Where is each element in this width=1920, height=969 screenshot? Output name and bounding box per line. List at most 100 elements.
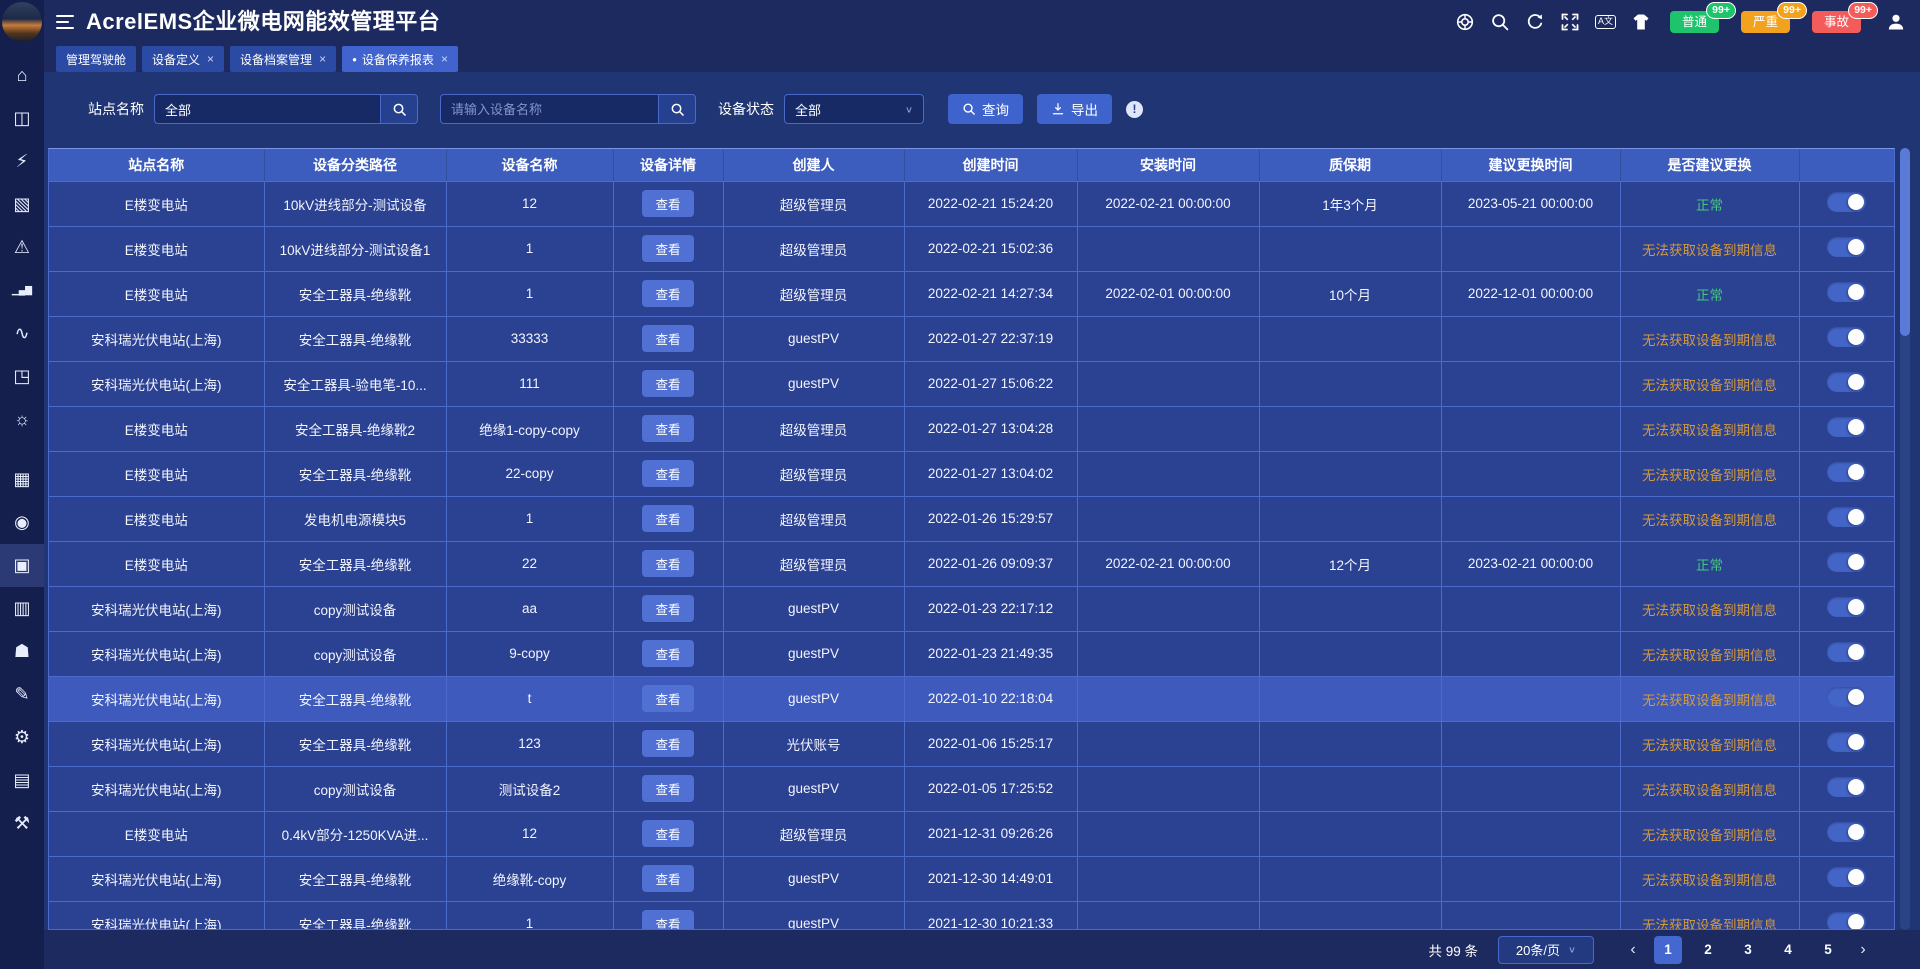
view-detail-button[interactable]: 查看 [642, 325, 694, 352]
home-icon[interactable]: ⌂ [0, 54, 44, 97]
user-avatar[interactable] [2, 2, 42, 42]
monitor-icon[interactable]: ◫ [0, 97, 44, 140]
alarm-badge[interactable]: 事故 99+ [1812, 11, 1861, 33]
close-tab-icon[interactable]: × [207, 52, 214, 66]
replace-status: 无法获取设备到期信息 [1642, 828, 1777, 843]
view-detail-button[interactable]: 查看 [642, 865, 694, 892]
page-number-button[interactable]: 1 [1654, 936, 1682, 964]
next-page-button[interactable]: › [1850, 941, 1876, 959]
page-number-button[interactable]: 2 [1694, 936, 1722, 964]
scrollbar-thumb[interactable] [1900, 148, 1910, 336]
view-detail-button[interactable]: 查看 [642, 190, 694, 217]
page-number-button[interactable]: 4 [1774, 936, 1802, 964]
suggest-replace-toggle[interactable] [1827, 327, 1866, 347]
suggest-replace-toggle[interactable] [1827, 552, 1866, 572]
page-size-select[interactable]: 20条/页 ∨ [1498, 936, 1594, 964]
suggest-replace-toggle[interactable] [1827, 912, 1866, 930]
view-detail-button[interactable]: 查看 [642, 820, 694, 847]
view-detail-button[interactable]: 查看 [642, 505, 694, 532]
alarm-badge[interactable]: 普通 99+ [1670, 11, 1719, 33]
alarm-icon[interactable]: ⚠ [0, 226, 44, 269]
device-search-button[interactable] [658, 94, 696, 124]
suggest-replace-toggle[interactable] [1827, 372, 1866, 392]
info-icon[interactable]: ! [1126, 101, 1143, 118]
suggest-replace-toggle[interactable] [1827, 192, 1866, 212]
view-detail-button[interactable]: 查看 [642, 460, 694, 487]
alarm-light-icon[interactable]: ☗ [0, 630, 44, 673]
cell-created-time: 2022-02-21 15:24:20 [904, 181, 1077, 226]
tab[interactable]: ● 设备保养报表 × [342, 46, 458, 72]
bar-chart-icon[interactable]: ▁▄▇ [0, 269, 44, 312]
line-chart-icon[interactable]: ∿ [0, 312, 44, 355]
fullscreen-icon[interactable] [1560, 12, 1580, 32]
column-header: 是否建议更换 [1620, 149, 1799, 181]
cell-install-time [1077, 811, 1259, 856]
suggest-replace-toggle[interactable] [1827, 597, 1866, 617]
cell-created-time: 2022-01-27 13:04:28 [904, 406, 1077, 451]
vertical-scrollbar[interactable] [1900, 148, 1910, 930]
cell-site-name: 安科瑞光伏电站(上海) [49, 676, 264, 721]
suggest-replace-toggle[interactable] [1827, 642, 1866, 662]
alarm-count-badge: 99+ [1706, 2, 1736, 19]
view-detail-button[interactable]: 查看 [642, 595, 694, 622]
close-tab-icon[interactable]: × [441, 52, 448, 66]
view-detail-button[interactable]: 查看 [642, 730, 694, 757]
help-icon[interactable] [1455, 12, 1475, 32]
refresh-icon[interactable] [1525, 12, 1545, 32]
energy-icon[interactable]: ⚡ [0, 140, 44, 183]
language-icon[interactable]: A文 [1595, 15, 1616, 29]
suggest-replace-toggle[interactable] [1827, 777, 1866, 797]
suggest-replace-toggle[interactable] [1827, 687, 1866, 707]
close-tab-icon[interactable]: × [319, 52, 326, 66]
report-chart-icon[interactable]: ▧ [0, 183, 44, 226]
view-detail-button[interactable]: 查看 [642, 415, 694, 442]
suggest-replace-toggle[interactable] [1827, 507, 1866, 527]
export-button[interactable]: 导出 [1037, 94, 1112, 124]
cell-creator: guestPV [723, 316, 904, 361]
menu-toggle-icon[interactable] [56, 15, 74, 29]
device-archive-icon[interactable]: ▣ [0, 544, 44, 587]
tab-label: 设备定义 [152, 51, 200, 68]
solar-panel-icon[interactable]: ▦ [0, 458, 44, 501]
site-name-input[interactable] [154, 94, 380, 124]
cabinet-icon[interactable]: ▥ [0, 587, 44, 630]
suggest-replace-toggle[interactable] [1827, 867, 1866, 887]
tab[interactable]: 设备定义 × [142, 46, 224, 72]
monitor-settings-icon[interactable]: ⚙ [0, 716, 44, 759]
view-detail-button[interactable]: 查看 [642, 280, 694, 307]
tools-icon[interactable]: ⚒ [0, 802, 44, 845]
view-detail-button[interactable]: 查看 [642, 370, 694, 397]
document-icon[interactable]: ▤ [0, 759, 44, 802]
device-name-input[interactable] [440, 94, 658, 124]
suggest-replace-toggle[interactable] [1827, 822, 1866, 842]
suggest-replace-toggle[interactable] [1827, 732, 1866, 752]
view-detail-button[interactable]: 查看 [642, 640, 694, 667]
view-detail-button[interactable]: 查看 [642, 685, 694, 712]
user-icon[interactable] [1886, 12, 1906, 32]
device-status-select[interactable]: 全部 ∨ [784, 94, 924, 124]
page-number-button[interactable]: 3 [1734, 936, 1762, 964]
view-detail-button[interactable]: 查看 [642, 550, 694, 577]
view-detail-button[interactable]: 查看 [642, 235, 694, 262]
trend-screen-icon[interactable]: ◳ [0, 355, 44, 398]
suggest-replace-toggle[interactable] [1827, 417, 1866, 437]
alarm-badge[interactable]: 严重 99+ [1741, 11, 1790, 33]
site-search-button[interactable] [380, 94, 418, 124]
prev-page-button[interactable]: ‹ [1620, 941, 1646, 959]
query-button[interactable]: 查询 [948, 94, 1023, 124]
cell-device-name: 12 [446, 811, 613, 856]
suggest-replace-toggle[interactable] [1827, 237, 1866, 257]
bulb-icon[interactable]: ☼ [0, 398, 44, 441]
page-number-button[interactable]: 5 [1814, 936, 1842, 964]
theme-shirt-icon[interactable] [1631, 12, 1651, 32]
tab[interactable]: 设备档案管理 × [230, 46, 336, 72]
search-icon[interactable] [1490, 12, 1510, 32]
view-detail-button[interactable]: 查看 [642, 775, 694, 802]
suggest-replace-toggle[interactable] [1827, 462, 1866, 482]
view-detail-button[interactable]: 查看 [642, 910, 694, 930]
tab[interactable]: 管理驾驶舱 [56, 46, 136, 72]
edit-icon[interactable]: ✎ [0, 673, 44, 716]
suggest-replace-toggle[interactable] [1827, 282, 1866, 302]
camera-icon[interactable]: ◉ [0, 501, 44, 544]
replace-status: 无法获取设备到期信息 [1642, 783, 1777, 798]
